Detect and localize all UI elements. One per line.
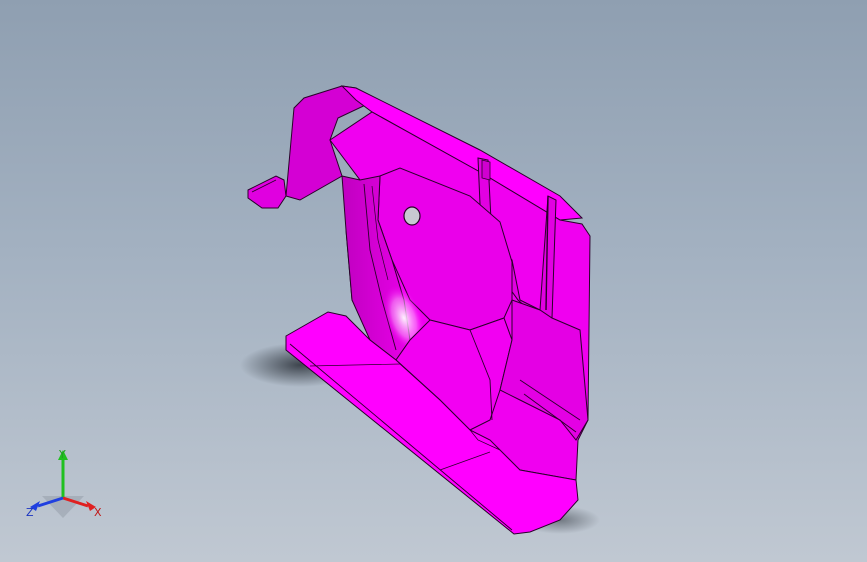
z-axis-label: Z bbox=[26, 506, 34, 519]
y-axis-label: Y bbox=[58, 448, 66, 461]
mounting-hole bbox=[403, 206, 421, 226]
view-triad[interactable]: Y X Z bbox=[22, 446, 108, 526]
left-tab bbox=[247, 175, 287, 209]
graphics-viewport[interactable]: Y X Z bbox=[0, 0, 867, 562]
x-axis-label: X bbox=[94, 506, 102, 519]
3d-model[interactable] bbox=[0, 0, 867, 562]
channel-tab bbox=[481, 159, 491, 181]
